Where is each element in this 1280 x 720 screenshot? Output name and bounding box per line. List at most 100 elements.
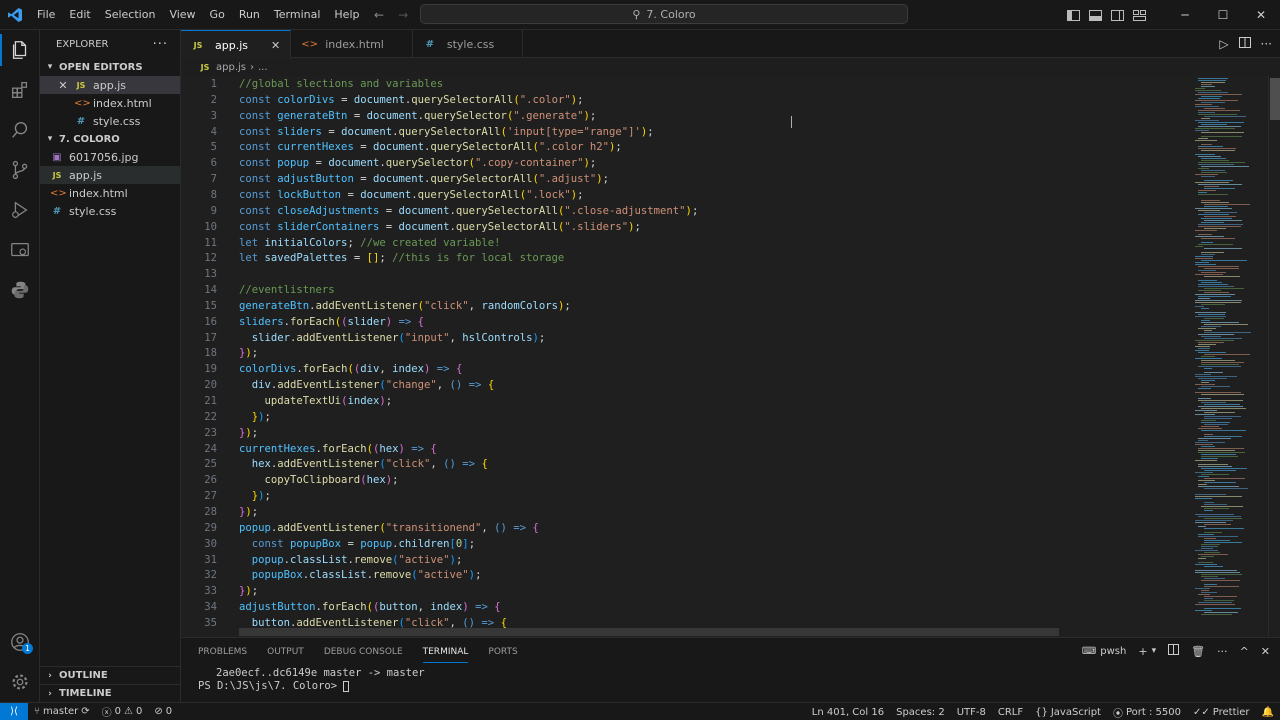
code-line[interactable]: 16 sliders.forEach((slider) => { (181, 314, 1189, 330)
more-actions-icon[interactable]: ··· (153, 37, 168, 52)
menu-terminal[interactable]: Terminal (267, 0, 328, 30)
code-line[interactable]: 30 const popupBox = popup.children[0]; (181, 536, 1189, 552)
code-line[interactable]: 18}); (181, 345, 1189, 361)
open-editor-item[interactable]: ✕ JS app.js (40, 76, 180, 94)
code-line[interactable]: 20 div.addEventListener("change", () => … (181, 377, 1189, 393)
maximize-icon[interactable]: ☐ (1204, 0, 1242, 30)
vertical-scrollbar[interactable] (1268, 76, 1280, 636)
timeline-section[interactable]: › TIMELINE (40, 684, 181, 702)
code-line[interactable]: 21 updateTextUi(index); (181, 393, 1189, 409)
open-editors-section[interactable]: ▾ OPEN EDITORS (40, 58, 180, 76)
code-line[interactable]: 25 hex.addEventListener("click", () => { (181, 456, 1189, 472)
code-line[interactable]: 33}); (181, 583, 1189, 599)
code-line[interactable]: 4 const sliders = document.querySelectorA… (181, 124, 1189, 140)
code-line[interactable]: 12 let savedPalettes = []; //this is for … (181, 250, 1189, 266)
toggle-primary-sidebar-icon[interactable] (1062, 0, 1084, 30)
prettier-status[interactable]: ✓✓ Prettier (1187, 707, 1256, 718)
close-icon[interactable]: ✕ (271, 39, 280, 52)
code-line[interactable]: 7 const adjustButton = document.querySele… (181, 171, 1189, 187)
code-line[interactable]: 27 }); (181, 488, 1189, 504)
manage-icon[interactable] (0, 662, 40, 702)
code-line[interactable]: 5 const currentHexes = document.querySele… (181, 139, 1189, 155)
code-line[interactable]: 17 slider.addEventListener("input", hslC… (181, 330, 1189, 346)
code-line[interactable]: 10 const sliderContainers = document.quer… (181, 219, 1189, 235)
code-line[interactable]: 19 colorDivs.forEach((div, index) => { (181, 361, 1189, 377)
explorer-icon[interactable] (0, 30, 40, 70)
code-editor[interactable]: 35 button.addEventListener("click", () =… (181, 76, 1189, 636)
extensions-icon[interactable] (0, 70, 40, 110)
code-line[interactable]: 14 //eventlistners (181, 282, 1189, 298)
notifications-icon[interactable]: 🔔 (1256, 707, 1280, 718)
remote-explorer-icon[interactable] (0, 230, 40, 270)
close-panel-icon[interactable]: ✕ (1261, 645, 1270, 658)
more-actions-icon[interactable]: ··· (1217, 645, 1228, 658)
tab-problems[interactable]: PROBLEMS (198, 647, 247, 657)
open-editor-item[interactable]: # style.css (40, 112, 180, 130)
code-line[interactable]: 24 currentHexes.forEach((hex) => { (181, 441, 1189, 457)
remote-indicator-icon[interactable]: ⟩⟨ (0, 702, 28, 720)
close-window-icon[interactable]: ✕ (1242, 0, 1280, 30)
split-editor-icon[interactable] (1238, 37, 1251, 51)
encoding[interactable]: UTF-8 (951, 707, 992, 718)
run-debug-icon[interactable] (0, 190, 40, 230)
code-line[interactable]: 3 const generateBtn = document.querySelec… (181, 108, 1189, 124)
ports-indicator[interactable]: ⊘ 0 (148, 706, 178, 717)
menu-help[interactable]: Help (327, 0, 366, 30)
menu-run[interactable]: Run (232, 0, 267, 30)
code-line[interactable]: 2 const colorDivs = document.querySelecto… (181, 92, 1189, 108)
code-line[interactable]: 23}); (181, 425, 1189, 441)
breadcrumb-more[interactable]: ... (258, 62, 268, 73)
account-icon[interactable]: 1 (0, 622, 40, 662)
menu-edit[interactable]: Edit (62, 0, 97, 30)
branch-indicator[interactable]: ⑂ master ⟳ (28, 706, 96, 717)
more-actions-icon[interactable]: ··· (1261, 37, 1272, 51)
horizontal-scrollbar[interactable] (239, 628, 1059, 636)
run-icon[interactable]: ▷ (1219, 37, 1228, 51)
minimize-icon[interactable]: ─ (1166, 0, 1204, 30)
tab-style-css[interactable]: # style.css (413, 30, 524, 58)
live-server-port[interactable]: ⦿ Port : 5500 (1107, 705, 1187, 720)
code-line[interactable]: 6 const popup = document.querySelector(".… (181, 155, 1189, 171)
indentation[interactable]: Spaces: 2 (890, 707, 951, 718)
tab-ports[interactable]: PORTS (488, 647, 517, 657)
code-line[interactable]: 31 popup.classList.remove("active"); (181, 552, 1189, 568)
toggle-panel-icon[interactable] (1084, 0, 1106, 30)
breadcrumb-file[interactable]: app.js (216, 62, 246, 73)
code-line[interactable]: 9 const closeAdjustments = document.query… (181, 203, 1189, 219)
file-item[interactable]: # style.css (40, 202, 180, 220)
chevron-down-icon[interactable]: ▾ (1152, 646, 1157, 656)
open-editor-item[interactable]: <> index.html (40, 94, 180, 112)
outline-section[interactable]: › OUTLINE (40, 666, 181, 684)
language-mode[interactable]: {} JavaScript (1029, 707, 1107, 718)
code-line[interactable]: 13 (181, 266, 1189, 282)
code-line[interactable]: 28}); (181, 504, 1189, 520)
tab-output[interactable]: OUTPUT (267, 647, 304, 657)
menu-selection[interactable]: Selection (98, 0, 163, 30)
maximize-panel-icon[interactable]: ^ (1240, 645, 1249, 658)
code-line[interactable]: 11 let initialColors; //we created variab… (181, 235, 1189, 251)
terminal-shell-label[interactable]: pwsh (1100, 646, 1126, 657)
split-terminal-icon[interactable] (1168, 644, 1180, 658)
file-item[interactable]: <> index.html (40, 184, 180, 202)
terminal-output[interactable]: 2ae0ecf..dc6149e master -> master PS D:\… (181, 667, 1280, 693)
menu-view[interactable]: View (162, 0, 202, 30)
new-terminal-icon[interactable]: + (1138, 645, 1147, 658)
source-control-icon[interactable] (0, 150, 40, 190)
file-item[interactable]: ▣ 6017056.jpg (40, 148, 180, 166)
command-center[interactable]: ⚲ 7. Coloro (420, 4, 908, 24)
search-icon[interactable] (0, 110, 40, 150)
code-line[interactable]: 15 generateBtn.addEventListener("click", … (181, 298, 1189, 314)
tab-app-js[interactable]: JS app.js ✕ (181, 30, 292, 59)
forward-arrow-icon[interactable]: → (398, 8, 408, 22)
back-arrow-icon[interactable]: ← (374, 8, 384, 22)
code-line[interactable]: 8 const lockButton = document.querySelect… (181, 187, 1189, 203)
toggle-secondary-sidebar-icon[interactable] (1106, 0, 1128, 30)
folder-section[interactable]: ▾ 7. COLORO (40, 130, 180, 148)
file-item[interactable]: JS app.js (40, 166, 180, 184)
cursor-position[interactable]: Ln 401, Col 16 (806, 707, 890, 718)
code-line[interactable]: 32 popupBox.classList.remove("active"); (181, 567, 1189, 583)
tab-debug-console[interactable]: DEBUG CONSOLE (324, 647, 403, 657)
code-line[interactable]: 34 adjustButton.forEach((button, index) =… (181, 599, 1189, 615)
code-line[interactable]: 26 copyToClipboard(hex); (181, 472, 1189, 488)
scrollbar-thumb[interactable] (1270, 78, 1280, 120)
